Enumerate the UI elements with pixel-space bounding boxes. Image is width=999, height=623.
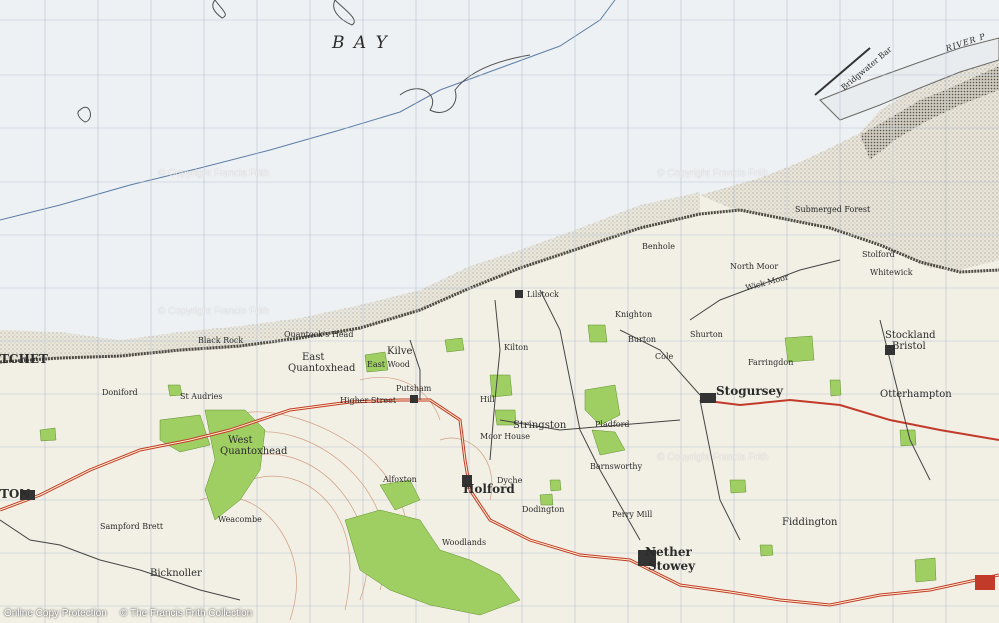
place-shurton: Shurton xyxy=(690,330,723,339)
place-woodlands: Woodlands xyxy=(442,538,487,547)
place-st-audries: St Audries xyxy=(180,392,223,401)
watermark: © Copyright Francis Frith xyxy=(158,306,270,317)
place-stolford: Stolford xyxy=(862,250,895,259)
ordnance-survey-map[interactable]: B A Y RIVER P Lilstock Kilton Stringston… xyxy=(0,0,999,623)
place-higher-street: Higher Street xyxy=(340,396,397,405)
place-bristol: Bristol xyxy=(892,341,926,352)
place-east: East xyxy=(302,352,325,363)
place-quantoxhead-west: Quantoxhead xyxy=(220,446,288,457)
place-benhole: Benhole xyxy=(642,242,676,251)
footer-protection: Online Copy Protection xyxy=(4,608,107,619)
watermark: © Copyright Francis Frith xyxy=(657,168,769,179)
place-moor-house: Moor House xyxy=(480,432,530,441)
place-weacombe: Weacombe xyxy=(218,515,262,524)
place-barnsworthy: Barnsworthy xyxy=(590,462,643,471)
place-kilton: Kilton xyxy=(504,343,529,352)
place-stringston: Stringston xyxy=(513,420,567,431)
place-doniford: Doniford xyxy=(102,388,138,397)
place-stogursey: Stogursey xyxy=(716,384,784,398)
footer-copyright: © The Francis Frith Collection xyxy=(120,608,253,619)
place-stockland: Stockland xyxy=(885,330,936,341)
place-stowey: Stowey xyxy=(648,559,696,573)
place-quantock-head: Quantock's Head xyxy=(284,330,354,339)
place-west: West xyxy=(228,435,253,446)
place-whitewick: Whitewick xyxy=(870,268,913,277)
place-black-rock: Black Rock xyxy=(198,336,244,345)
place-dyche: Dyche xyxy=(497,476,523,485)
place-east-wood: East Wood xyxy=(367,360,410,369)
place-knighton: Knighton xyxy=(615,310,653,319)
place-dodington: Dodington xyxy=(522,505,565,514)
place-putsham: Putsham xyxy=(396,384,432,393)
watermark: © Copyright Francis Frith xyxy=(657,452,769,463)
place-otterhampton: Otterhampton xyxy=(880,389,952,400)
place-cole: Cole xyxy=(655,352,674,361)
place-ton: TON xyxy=(0,487,31,501)
place-bicknoller: Bicknoller xyxy=(150,568,202,579)
place-hill: Hill xyxy=(480,395,495,404)
place-sampford-brett: Sampford Brett xyxy=(100,522,164,531)
place-submerged-forest: Submerged Forest xyxy=(795,205,871,214)
place-fiddington: Fiddington xyxy=(782,517,838,528)
place-burton: Burton xyxy=(628,335,657,344)
place-kilve: Kilve xyxy=(387,346,413,357)
place-farringdon: Farringdon xyxy=(748,358,794,367)
place-watchet: TCHET xyxy=(0,352,48,366)
bay-label: B A Y xyxy=(332,33,389,53)
place-nether: Nether xyxy=(645,545,692,559)
watermark: © Copyright Francis Frith xyxy=(158,168,270,179)
place-alfoxton: Alfoxton xyxy=(383,475,417,484)
place-quantoxhead: Quantoxhead xyxy=(288,363,356,374)
place-north-moor: North Moor xyxy=(730,262,779,271)
place-pladford: Pladford xyxy=(595,420,630,429)
place-perry-mill: Perry Mill xyxy=(612,510,653,519)
place-lilstock: Lilstock xyxy=(527,290,559,299)
